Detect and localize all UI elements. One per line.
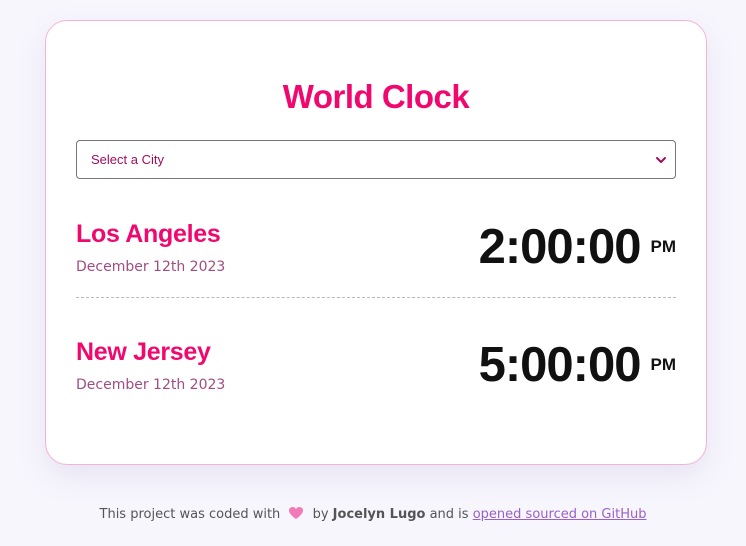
time-value: 2:00:00 bbox=[478, 220, 642, 274]
city-date: December 12th 2023 bbox=[76, 377, 226, 393]
footer-prefix: This project was coded with bbox=[99, 507, 281, 522]
footer-middle: and is bbox=[429, 507, 469, 522]
time-value: 5:00:00 bbox=[478, 338, 642, 392]
city-row-los-angeles: Los Angeles December 12th 2023 2:00:00 PM bbox=[76, 209, 676, 298]
city-time: 5:00:00 PM bbox=[479, 337, 676, 397]
city-date: December 12th 2023 bbox=[76, 259, 226, 275]
city-select[interactable]: Select a City bbox=[76, 140, 676, 179]
time-ampm: PM bbox=[650, 355, 677, 374]
time-ampm: PM bbox=[650, 237, 677, 256]
city-time: 2:00:00 PM bbox=[479, 219, 676, 279]
city-select-placeholder: Select a City bbox=[91, 152, 164, 167]
github-link[interactable]: opened sourced on GitHub bbox=[473, 507, 647, 522]
page-title: World Clock bbox=[282, 78, 470, 115]
city-name: Los Angeles bbox=[76, 220, 221, 248]
footer-by: by bbox=[312, 507, 329, 522]
clock-card: World Clock Select a City Los Angeles De… bbox=[45, 20, 707, 465]
footer: This project was coded with by Jocelyn L… bbox=[0, 506, 746, 522]
city-name: New Jersey bbox=[76, 338, 211, 366]
chevron-down-icon bbox=[656, 157, 666, 163]
footer-author: Jocelyn Lugo bbox=[332, 507, 426, 522]
city-row-new-jersey: New Jersey December 12th 2023 5:00:00 PM bbox=[76, 327, 676, 417]
heart-icon bbox=[289, 507, 304, 519]
